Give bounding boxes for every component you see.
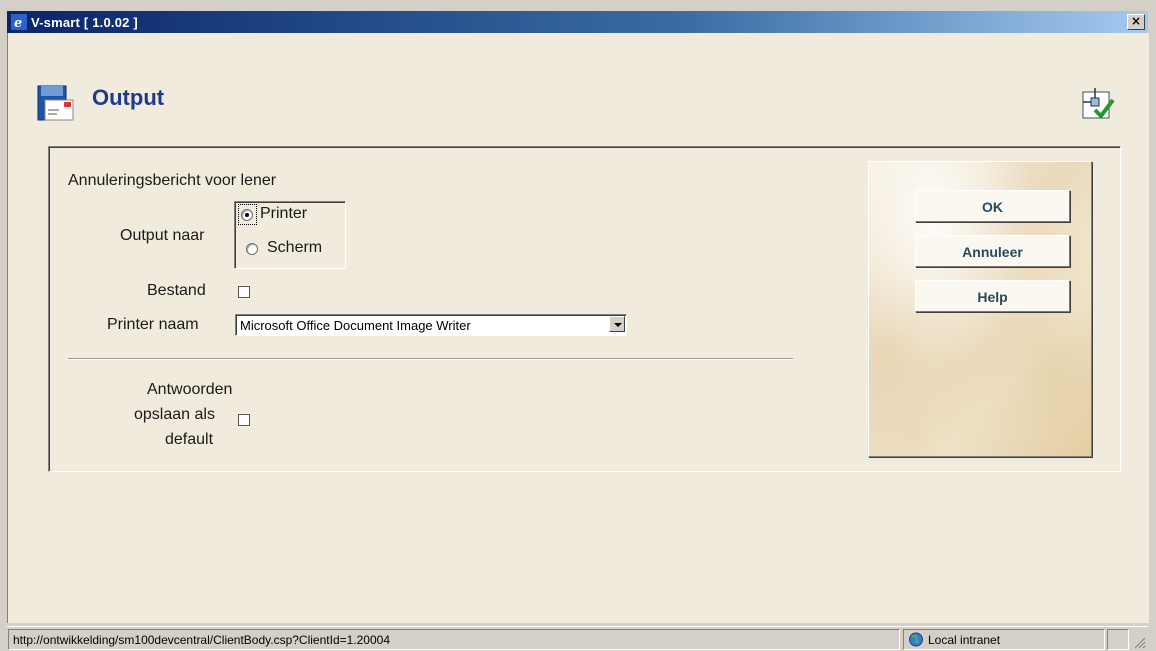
chevron-down-icon[interactable] [609, 316, 625, 332]
window-title: V-smart [ 1.0.02 ] [31, 15, 138, 30]
output-document-icon [37, 85, 74, 121]
status-url-pane: http://ontwikkelding/sm100devcentral/Cli… [8, 629, 900, 650]
cancel-button[interactable]: Annuleer [915, 235, 1070, 267]
window-titlebar: e V-smart [ 1.0.02 ] × [7, 11, 1148, 33]
close-window-button[interactable]: × [1127, 14, 1145, 30]
ie-icon: e [11, 14, 27, 30]
radio-printer-label[interactable]: Printer [260, 205, 307, 223]
svg-text:e: e [14, 16, 22, 30]
status-url: http://ontwikkelding/sm100devcentral/Cli… [13, 633, 391, 647]
status-zone-text: Local intranet [928, 633, 1001, 647]
resize-grip-icon[interactable] [1132, 635, 1146, 649]
radio-scherm[interactable] [246, 243, 258, 255]
output-target-label: Output naar [120, 227, 205, 244]
printer-name-label: Printer naam [107, 316, 199, 333]
wizard-check-icon[interactable] [1081, 86, 1115, 120]
divider [68, 358, 793, 360]
file-checkbox[interactable] [238, 286, 250, 298]
radio-scherm-label[interactable]: Scherm [267, 239, 322, 257]
file-label: Bestand [147, 282, 206, 299]
printer-name-select[interactable]: Microsoft Office Document Image Writer [235, 314, 627, 336]
printer-name-value: Microsoft Office Document Image Writer [240, 318, 471, 333]
ok-button[interactable]: OK [915, 190, 1070, 222]
save-default-checkbox[interactable] [238, 414, 250, 426]
save-default-label-3: default [165, 431, 214, 448]
radio-printer[interactable] [241, 209, 253, 221]
status-blank-pane [1107, 629, 1129, 650]
help-button[interactable]: Help [915, 280, 1070, 312]
close-icon: × [1130, 14, 1142, 28]
save-default-label-1: Antwoorden [147, 381, 233, 398]
page-title: Output [92, 85, 165, 110]
form-heading: Annuleringsbericht voor lener [68, 172, 277, 189]
status-zone-pane: Local intranet [903, 629, 1105, 650]
globe-icon [909, 632, 923, 647]
status-bar: http://ontwikkelding/sm100devcentral/Cli… [7, 626, 1148, 651]
save-default-label-2: opslaan als [134, 406, 215, 423]
